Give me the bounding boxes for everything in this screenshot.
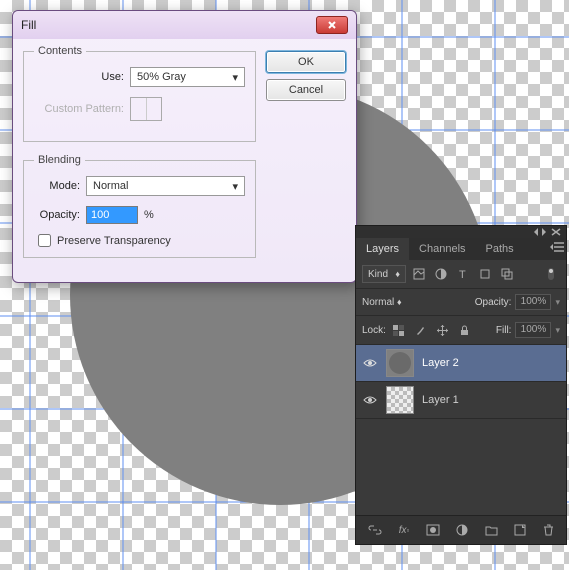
- layer-name[interactable]: Layer 2: [422, 357, 459, 369]
- delete-layer-button[interactable]: [540, 521, 557, 539]
- ok-button[interactable]: OK: [266, 51, 346, 73]
- dialog-title: Fill: [21, 18, 36, 32]
- panel-top-strip: [356, 226, 566, 238]
- chevron-down-icon[interactable]: ▾: [555, 325, 560, 336]
- chevron-down-icon: ▾: [232, 180, 238, 193]
- panel-fill-value[interactable]: 100%: [515, 322, 551, 338]
- visibility-toggle[interactable]: [362, 355, 378, 371]
- contents-group: Contents Use: 50% Gray ▾ Custom Pattern:: [23, 45, 256, 142]
- opacity-input[interactable]: [86, 206, 138, 224]
- mode-label: Mode:: [34, 180, 80, 192]
- group-button[interactable]: [482, 521, 501, 539]
- use-value: 50% Gray: [137, 71, 186, 83]
- preserve-checkbox-input[interactable]: [38, 234, 51, 247]
- eye-icon: [363, 395, 377, 405]
- layer-list: Layer 2 Layer 1: [356, 345, 566, 515]
- filter-smart-icon[interactable]: [498, 265, 516, 283]
- panel-menu-button[interactable]: [548, 238, 566, 256]
- use-dropdown[interactable]: 50% Gray ▾: [130, 67, 245, 87]
- preserve-transparency-checkbox[interactable]: Preserve Transparency: [38, 234, 245, 247]
- mask-icon: [426, 524, 440, 536]
- mode-dropdown[interactable]: Normal ▾: [86, 176, 245, 196]
- blend-row: Normal ♦ Opacity: 100% ▾: [356, 289, 566, 316]
- lock-brush-icon[interactable]: [412, 321, 430, 339]
- blend-mode-dropdown[interactable]: Normal ♦: [362, 297, 471, 308]
- filter-toggle[interactable]: [542, 265, 560, 283]
- chevron-down-icon: ♦: [397, 297, 402, 307]
- custom-pattern-label: Custom Pattern:: [34, 103, 124, 115]
- tab-channels[interactable]: Channels: [409, 238, 475, 260]
- lock-position-icon[interactable]: [434, 321, 452, 339]
- tab-layers[interactable]: Layers: [356, 238, 409, 260]
- tab-paths[interactable]: Paths: [476, 238, 524, 260]
- use-label: Use:: [34, 71, 124, 83]
- panel-fill-label: Fill:: [496, 325, 512, 336]
- layer-row[interactable]: Layer 2: [356, 345, 566, 382]
- cancel-button[interactable]: Cancel: [266, 79, 346, 101]
- filter-type-icon[interactable]: T: [454, 265, 472, 283]
- layers-panel: Layers Channels Paths Kind ♦ T Normal ♦ …: [355, 225, 567, 545]
- layer-name[interactable]: Layer 1: [422, 394, 459, 406]
- kind-filter-row: Kind ♦ T: [356, 260, 566, 289]
- menu-icon: [550, 242, 564, 252]
- contents-legend: Contents: [34, 45, 86, 57]
- layer-row[interactable]: Layer 1: [356, 382, 566, 419]
- lock-label: Lock:: [362, 325, 386, 336]
- chevron-down-icon: ♦: [395, 269, 400, 279]
- mask-button[interactable]: [423, 521, 443, 539]
- close-icon: [327, 20, 337, 30]
- custom-pattern-swatch: [130, 97, 162, 121]
- lock-pixels-icon[interactable]: [390, 321, 408, 339]
- new-icon: [514, 524, 526, 536]
- panel-opacity-value[interactable]: 100%: [515, 294, 551, 310]
- panel-footer: fx▫: [356, 515, 566, 544]
- layer-thumbnail: [386, 349, 414, 377]
- filter-adjustment-icon[interactable]: [432, 265, 450, 283]
- opacity-suffix: %: [144, 209, 154, 221]
- blend-mode-value: Normal: [362, 297, 394, 308]
- lock-row: Lock: Fill: 100% ▾: [356, 316, 566, 345]
- kind-label: Kind: [368, 269, 388, 280]
- layer-thumbnail: [386, 386, 414, 414]
- mode-value: Normal: [93, 180, 128, 192]
- eye-icon: [363, 358, 377, 368]
- adjustment-button[interactable]: [453, 521, 471, 539]
- blending-legend: Blending: [34, 154, 85, 166]
- new-layer-button[interactable]: [511, 521, 529, 539]
- close-button[interactable]: [316, 16, 348, 34]
- trash-icon: [543, 524, 554, 536]
- fx-button[interactable]: fx▫: [396, 521, 413, 539]
- chevron-down-icon[interactable]: ▾: [555, 297, 560, 308]
- chevron-down-icon: ▾: [232, 71, 238, 84]
- dialog-titlebar[interactable]: Fill: [13, 11, 356, 39]
- link-icon: [368, 525, 382, 535]
- panel-tabs: Layers Channels Paths: [356, 238, 566, 260]
- adjustment-icon: [456, 524, 468, 536]
- filter-pixel-icon[interactable]: [410, 265, 428, 283]
- opacity-label: Opacity:: [34, 209, 80, 221]
- folder-icon: [485, 525, 498, 536]
- close-panel-icon[interactable]: [550, 228, 562, 236]
- kind-dropdown[interactable]: Kind ♦: [362, 265, 406, 283]
- collapse-icon[interactable]: [534, 228, 546, 236]
- panel-opacity-label: Opacity:: [475, 297, 512, 308]
- fill-dialog: Fill Contents Use: 50% Gray ▾ Custom Pat…: [12, 10, 357, 283]
- filter-shape-icon[interactable]: [476, 265, 494, 283]
- visibility-toggle[interactable]: [362, 392, 378, 408]
- blending-group: Blending Mode: Normal ▾ Opacity: % Prese…: [23, 154, 256, 258]
- lock-all-icon[interactable]: [456, 321, 474, 339]
- preserve-label: Preserve Transparency: [57, 235, 171, 247]
- link-layers-button[interactable]: [365, 521, 385, 539]
- svg-text:T: T: [459, 269, 466, 280]
